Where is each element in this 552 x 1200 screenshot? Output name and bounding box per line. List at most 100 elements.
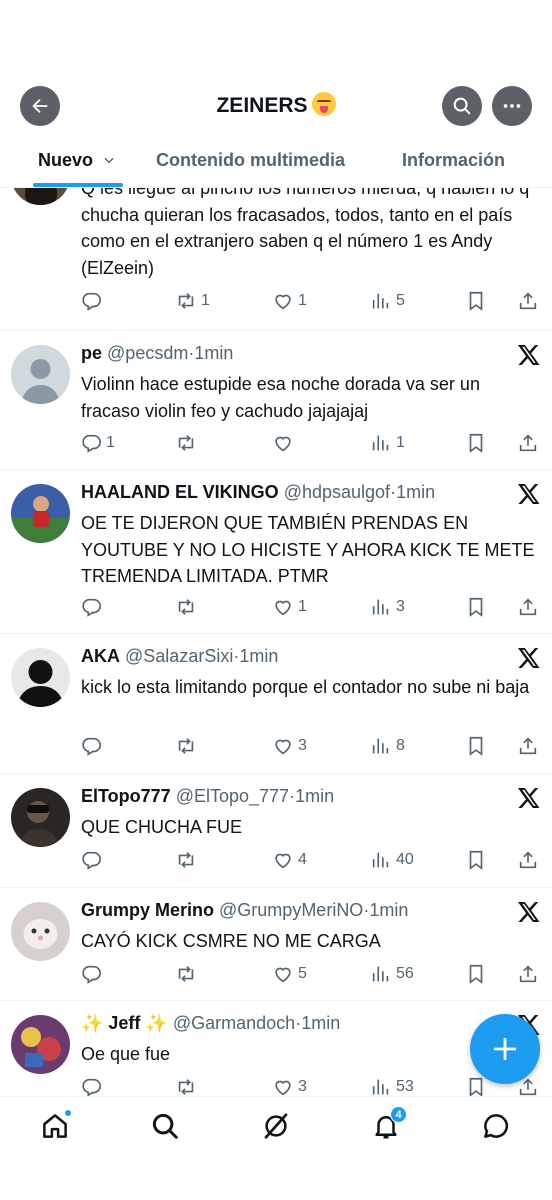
repost-icon xyxy=(178,599,194,615)
repost-button[interactable] xyxy=(175,733,201,759)
post-item[interactable]: HAALAND EL VIKINGO @hdpsaulgof·1min OE T… xyxy=(0,470,552,634)
avatar[interactable] xyxy=(11,188,70,205)
avatar[interactable] xyxy=(11,902,70,961)
bookmark-button[interactable] xyxy=(465,288,487,314)
like-button[interactable]: 4 xyxy=(272,847,307,873)
avatar-photo xyxy=(11,788,70,847)
bookmark-button[interactable] xyxy=(465,594,487,620)
reply-icon xyxy=(82,598,101,617)
reply-button[interactable] xyxy=(80,961,106,987)
x-logo-icon[interactable] xyxy=(517,343,541,367)
repost-button[interactable] xyxy=(175,847,201,873)
avatar[interactable] xyxy=(11,788,70,847)
author-name[interactable]: ✨ Jeff ✨ xyxy=(81,1013,168,1033)
share-button[interactable] xyxy=(517,733,539,759)
like-button[interactable]: 1 xyxy=(272,594,307,620)
tongue-emoji-icon xyxy=(311,92,336,116)
like-count: 3 xyxy=(298,737,307,754)
nav-messages[interactable] xyxy=(479,1109,513,1143)
compose-post-button[interactable] xyxy=(470,1014,540,1084)
views-button[interactable]: 8 xyxy=(370,733,405,759)
views-button[interactable]: 53 xyxy=(370,1074,414,1096)
tab-contenido-multimedia[interactable]: Contenido multimedia xyxy=(156,150,345,171)
nav-home[interactable] xyxy=(38,1109,72,1143)
x-logo-icon[interactable] xyxy=(517,900,541,924)
repost-button[interactable] xyxy=(175,430,201,456)
share-button[interactable] xyxy=(517,430,539,456)
share-icon xyxy=(519,965,537,983)
search-icon xyxy=(453,97,471,115)
avatar[interactable] xyxy=(11,484,70,543)
bookmark-button[interactable] xyxy=(465,430,487,456)
post-header: HAALAND EL VIKINGO @hdpsaulgof·1min xyxy=(81,482,435,503)
search-button[interactable] xyxy=(442,86,482,126)
post-time: 1min xyxy=(239,646,279,666)
repost-icon xyxy=(178,293,194,309)
author-name[interactable]: AKA xyxy=(81,646,120,666)
like-button[interactable] xyxy=(272,430,298,456)
author-handle[interactable]: @SalazarSixi xyxy=(125,646,233,666)
bookmark-button[interactable] xyxy=(465,961,487,987)
nav-grok[interactable] xyxy=(259,1109,293,1143)
avatar[interactable] xyxy=(11,1015,70,1074)
posts-feed[interactable]: Q les llegue al pincho los números mierd… xyxy=(0,188,552,1096)
share-button[interactable] xyxy=(517,288,539,314)
reply-button[interactable]: 1 xyxy=(80,430,115,456)
views-button[interactable]: 5 xyxy=(370,288,405,314)
author-handle[interactable]: @hdpsaulgof xyxy=(284,482,390,502)
repost-button[interactable]: 1 xyxy=(175,288,210,314)
repost-button[interactable] xyxy=(175,961,201,987)
views-count: 53 xyxy=(396,1078,414,1095)
post-item[interactable]: Q les llegue al pincho los números mierd… xyxy=(0,188,552,331)
post-header: ElTopo777 @ElTopo_777·1min xyxy=(81,786,334,807)
ellipsis-icon xyxy=(503,104,521,108)
reply-button[interactable] xyxy=(80,594,106,620)
bookmark-button[interactable] xyxy=(465,733,487,759)
share-button[interactable] xyxy=(517,594,539,620)
share-button[interactable] xyxy=(517,961,539,987)
author-name[interactable]: Grumpy Merino xyxy=(81,900,214,920)
post-item[interactable]: ElTopo777 @ElTopo_777·1min QUE CHUCHA FU… xyxy=(0,774,552,888)
nav-search[interactable] xyxy=(148,1109,182,1143)
post-item[interactable]: Grumpy Merino @GrumpyMeriNO·1min CAYÓ KI… xyxy=(0,888,552,1001)
grok-icon xyxy=(264,1113,288,1139)
author-name[interactable]: HAALAND EL VIKINGO xyxy=(81,482,279,502)
views-button[interactable]: 1 xyxy=(370,430,405,456)
tab-nuevo[interactable]: Nuevo xyxy=(38,150,116,171)
author-handle[interactable]: @Garmandoch xyxy=(173,1013,295,1033)
views-button[interactable]: 56 xyxy=(370,961,414,987)
reply-button[interactable] xyxy=(80,847,106,873)
nav-notifications[interactable]: 4 xyxy=(369,1106,407,1143)
views-chart-icon xyxy=(372,599,389,615)
author-name[interactable]: ElTopo777 xyxy=(81,786,171,806)
views-button[interactable]: 40 xyxy=(370,847,414,873)
post-item[interactable]: pe @pecsdm·1min Violinn hace estupide es… xyxy=(0,331,552,470)
author-handle[interactable]: @GrumpyMeriNO xyxy=(219,900,363,920)
author-handle[interactable]: @pecsdm xyxy=(107,343,188,363)
tab-informacion[interactable]: Información xyxy=(402,150,505,171)
avatar[interactable] xyxy=(11,648,70,707)
heart-icon xyxy=(275,294,291,310)
x-logo-icon[interactable] xyxy=(517,786,541,810)
post-item[interactable]: AKA @SalazarSixi·1min kick lo esta limit… xyxy=(0,634,552,774)
like-button[interactable]: 3 xyxy=(272,1074,307,1096)
share-button[interactable] xyxy=(517,847,539,873)
like-button[interactable]: 5 xyxy=(272,961,307,987)
reply-button[interactable] xyxy=(80,733,106,759)
like-button[interactable]: 1 xyxy=(272,288,307,314)
reply-button[interactable] xyxy=(80,1074,106,1096)
x-logo-icon[interactable] xyxy=(517,646,541,670)
post-text: Violinn hace estupide esa noche dorada v… xyxy=(81,374,480,421)
reply-button[interactable] xyxy=(80,288,106,314)
views-button[interactable]: 3 xyxy=(370,594,405,620)
like-button[interactable]: 3 xyxy=(272,733,307,759)
author-handle[interactable]: @ElTopo_777 xyxy=(176,786,289,806)
repost-button[interactable] xyxy=(175,1074,201,1096)
like-count: 4 xyxy=(298,851,307,868)
avatar[interactable] xyxy=(11,345,70,404)
x-logo-icon[interactable] xyxy=(517,482,541,506)
author-name[interactable]: pe xyxy=(81,343,102,363)
repost-button[interactable] xyxy=(175,594,201,620)
more-options-button[interactable] xyxy=(492,86,532,126)
bookmark-button[interactable] xyxy=(465,847,487,873)
